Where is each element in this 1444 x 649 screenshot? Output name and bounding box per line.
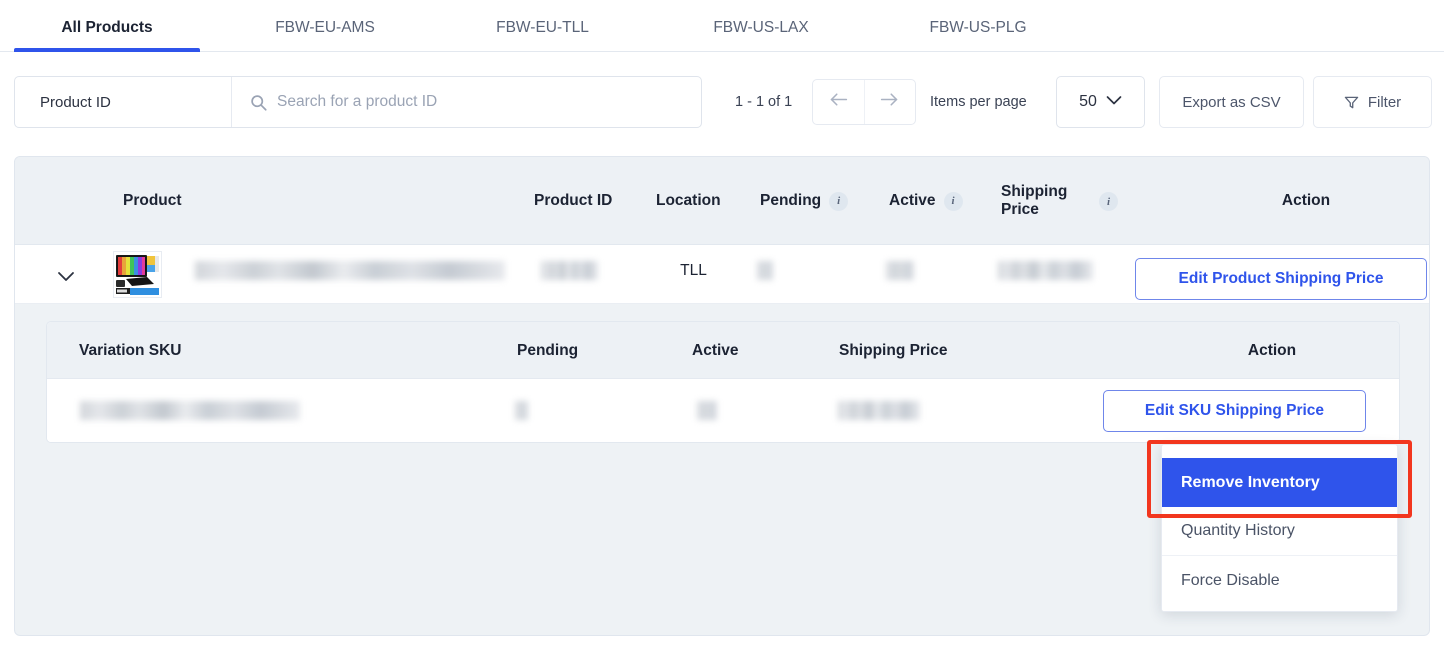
column-header-label: Action [1281, 192, 1331, 209]
variation-table-row: Edit SKU Shipping Price [47, 379, 1399, 442]
active-redacted [886, 261, 914, 280]
edit-sku-shipping-price-label: Edit SKU Shipping Price [1144, 402, 1325, 419]
column-header-shipping-price: Shipping Price i [1001, 157, 1118, 245]
variation-column-header-shipping-price: Shipping Price [839, 322, 979, 379]
inventory-page: All Products FBW-EU-AMS FBW-EU-TLL FBW-US-L… [0, 0, 1444, 649]
column-header-product-id: Product ID [534, 157, 644, 245]
search-field-selector[interactable]: Product ID [15, 77, 232, 127]
chevron-down-icon [1106, 93, 1122, 111]
search-field-selector-label: Product ID [40, 93, 111, 111]
column-header-label: Pending [760, 192, 822, 209]
column-header-label: Location [656, 192, 721, 209]
variation-table: Variation SKU Pending Active Shipping Price… [46, 321, 1400, 443]
info-icon[interactable]: i [1099, 192, 1118, 211]
variation-column-header-label: Active [692, 341, 739, 359]
items-per-page-value: 50 [1079, 93, 1097, 110]
arrow-right-icon [879, 91, 900, 114]
variation-column-header-action: Action [1227, 322, 1317, 379]
column-header-action: Action [1256, 157, 1356, 245]
menu-item-remove-inventory[interactable]: Remove Inventory [1162, 458, 1397, 507]
column-header-pending: Pending i [760, 157, 870, 245]
tab-all-products[interactable]: All Products [14, 4, 200, 52]
menu-item-label: Remove Inventory [1181, 473, 1320, 491]
column-header-active: Active i [889, 157, 984, 245]
product-id-redacted [541, 261, 598, 280]
column-header-label: Product ID [534, 192, 613, 209]
menu-item-quantity-history[interactable]: Quantity History [1162, 507, 1397, 556]
tab-label: FBW-EU-TLL [496, 19, 589, 36]
pagination-arrows [812, 79, 916, 125]
menu-item-force-disable[interactable]: Force Disable [1162, 556, 1397, 605]
search-input-wrapper [232, 77, 701, 127]
filter-label: Filter [1367, 93, 1402, 111]
variation-column-header-active: Active [692, 322, 772, 379]
edit-product-shipping-price-label: Edit Product Shipping Price [1178, 270, 1384, 287]
expand-row-button[interactable] [55, 265, 77, 287]
pending-redacted [757, 261, 773, 280]
product-table-header: Product Product ID Location Pending i Active i… [15, 157, 1429, 245]
column-header-location: Location [656, 157, 751, 245]
variation-column-header-label: Pending [517, 341, 579, 359]
tab-fbw-us-lax[interactable]: FBW-US-LAX [676, 4, 846, 52]
search-group: Product ID [14, 76, 702, 128]
items-per-page-select[interactable]: 50 [1056, 76, 1145, 128]
items-per-page-label: Items per page [930, 76, 1027, 128]
menu-item-label: Force Disable [1181, 571, 1280, 589]
pagination-range-label: 1 - 1 of 1 [735, 94, 793, 110]
variation-column-header-label: Variation SKU [79, 341, 182, 359]
variation-column-header-label: Shipping Price [839, 341, 948, 359]
column-header-label: Shipping Price [1001, 183, 1068, 218]
column-header-product: Product [123, 157, 523, 245]
variation-column-header-pending: Pending [517, 322, 617, 379]
kebab-menu-icon[interactable] [1391, 398, 1399, 424]
column-header-label: Active [889, 192, 936, 209]
tab-label: FBW-US-PLG [929, 19, 1027, 36]
variation-pending-redacted [515, 401, 528, 420]
export-csv-button[interactable]: Export as CSV [1159, 76, 1304, 128]
filter-button[interactable]: Filter [1313, 76, 1432, 128]
variation-sku-redacted [80, 401, 300, 420]
menu-item-label: Quantity History [1181, 522, 1295, 539]
pagination-range: 1 - 1 of 1 [735, 76, 792, 128]
toolbar: Product ID 1 - 1 of 1 [0, 76, 1444, 130]
tab-fbw-eu-tll[interactable]: FBW-EU-TLL [460, 4, 625, 52]
search-input[interactable] [277, 93, 701, 111]
arrow-left-icon [828, 91, 849, 114]
location-value: TLL [680, 262, 707, 279]
variation-column-header-label: Action [1247, 341, 1297, 359]
search-icon [250, 94, 267, 111]
items-per-page-text: Items per page [930, 94, 1027, 110]
tab-fbw-us-plg[interactable]: FBW-US-PLG [894, 4, 1062, 52]
info-icon[interactable]: i [829, 191, 849, 211]
edit-product-shipping-price-button[interactable]: Edit Product Shipping Price [1135, 258, 1427, 300]
info-icon[interactable]: i [943, 191, 963, 211]
row-context-menu: Remove Inventory Quantity History Force Di… [1161, 444, 1398, 612]
table-row: TLL Edit Product Shipping Price [15, 245, 1429, 304]
export-csv-label: Export as CSV [1182, 93, 1281, 111]
edit-sku-shipping-price-button[interactable]: Edit SKU Shipping Price [1103, 390, 1366, 432]
tab-label: FBW-EU-AMS [275, 19, 375, 36]
column-header-label: Product [123, 192, 182, 209]
variation-shipping-price-redacted [838, 401, 920, 420]
product-name-redacted [195, 261, 505, 280]
tab-label: FBW-US-LAX [713, 19, 809, 36]
product-thumbnail [113, 251, 162, 298]
tabbar: All Products FBW-EU-AMS FBW-EU-TLL FBW-US-L… [0, 4, 1444, 52]
tab-fbw-eu-ams[interactable]: FBW-EU-AMS [240, 4, 410, 52]
tab-label: All Products [61, 19, 153, 36]
funnel-icon [1344, 95, 1359, 110]
variation-active-redacted [697, 401, 717, 420]
next-page-button[interactable] [865, 80, 916, 124]
prev-page-button[interactable] [813, 80, 865, 124]
shipping-price-redacted [998, 261, 1093, 280]
variation-column-header-variation-sku: Variation SKU [79, 322, 279, 379]
active-tab-indicator [14, 48, 200, 52]
variation-table-header: Variation SKU Pending Active Shipping Price… [47, 322, 1399, 379]
